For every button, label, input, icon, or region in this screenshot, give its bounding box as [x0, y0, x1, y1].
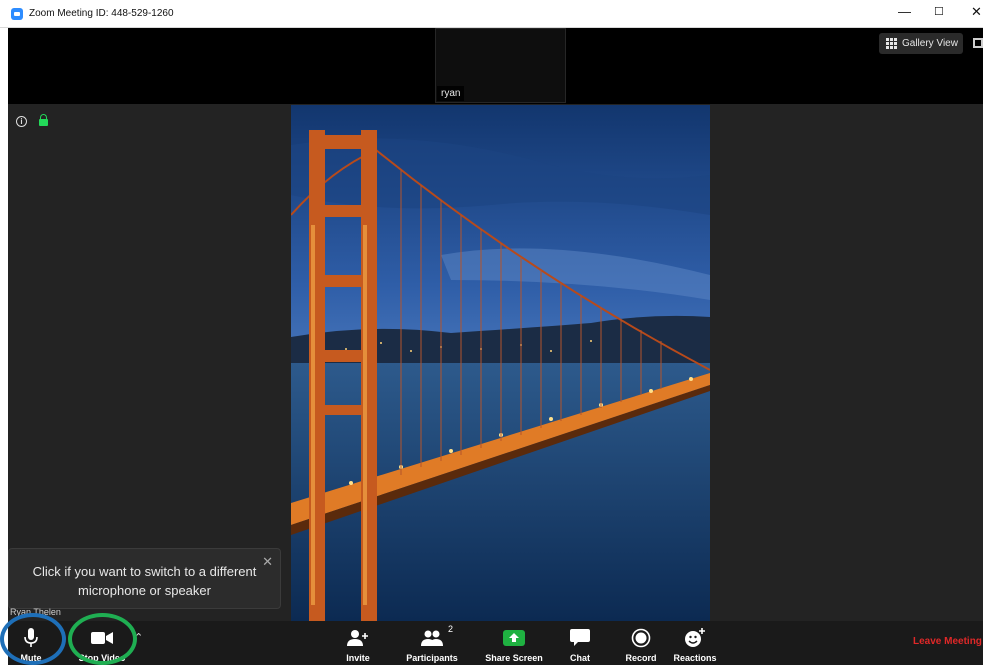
leave-meeting-button[interactable]: Leave Meeting — [913, 636, 982, 647]
chat-icon — [570, 627, 590, 649]
window-title: Zoom Meeting ID: 448-529-1260 — [29, 8, 174, 19]
video-camera-icon — [91, 627, 113, 649]
reactions-label: Reactions — [673, 653, 717, 663]
mute-button[interactable]: Mute — [16, 621, 46, 665]
microphone-icon — [24, 627, 38, 649]
reactions-icon — [684, 627, 706, 649]
meeting-toolbar: Mute Stop Video Invite 2 Participants Sh… — [8, 621, 983, 665]
zoom-app-icon — [11, 8, 23, 20]
notification-line-1: Click if you want to switch to a differe… — [32, 564, 257, 579]
share-screen-button[interactable]: Share Screen — [485, 621, 543, 665]
maximize-button[interactable]: ☐ — [934, 4, 944, 20]
stop-video-label: Stop Video — [78, 653, 126, 663]
self-name-label: Ryan Thelen — [10, 607, 61, 617]
chat-label: Chat — [570, 653, 590, 663]
share-screen-label: Share Screen — [485, 653, 543, 663]
title-bar: Zoom Meeting ID: 448-529-1260 — ☐ ✕ — [0, 0, 983, 28]
meeting-window: ryan Gallery View i Click if you want to… — [8, 28, 983, 665]
chat-button[interactable]: Chat — [569, 621, 591, 665]
record-label: Record — [625, 653, 657, 663]
gallery-view-label: Gallery View — [902, 38, 958, 49]
share-screen-icon — [503, 627, 525, 649]
active-speaker-video — [291, 105, 710, 621]
reactions-button[interactable]: Reactions — [673, 621, 717, 665]
info-icon[interactable]: i — [16, 116, 27, 127]
close-window-button[interactable]: ✕ — [971, 4, 982, 20]
audio-switch-notification[interactable]: Click if you want to switch to a differe… — [8, 548, 281, 609]
caret-icon[interactable]: ⌄ — [134, 630, 143, 643]
mute-label: Mute — [20, 653, 42, 663]
participants-icon: 2 — [421, 624, 453, 649]
lock-icon[interactable] — [39, 114, 48, 126]
minimize-button[interactable]: — — [898, 4, 911, 20]
record-icon — [631, 627, 651, 649]
record-button[interactable]: Record — [625, 621, 657, 665]
participants-label: Participants — [406, 653, 458, 663]
invite-button[interactable]: Invite — [344, 621, 372, 665]
participants-button[interactable]: 2 Participants — [406, 621, 458, 665]
stop-video-button[interactable]: Stop Video — [78, 621, 126, 665]
gallery-view-button[interactable]: Gallery View — [879, 33, 963, 54]
thumbnail-strip: ryan Gallery View — [8, 28, 983, 104]
bridge-image — [291, 105, 710, 621]
participants-count: 2 — [447, 624, 453, 634]
close-icon[interactable]: ✕ — [262, 552, 273, 571]
thumbnail-name: ryan — [437, 86, 465, 101]
add-person-icon — [347, 627, 369, 649]
notification-line-2: microphone or speaker — [78, 583, 211, 598]
grid-icon — [886, 38, 897, 49]
invite-label: Invite — [346, 653, 370, 663]
participant-thumbnail[interactable]: ryan — [435, 28, 566, 103]
fullscreen-icon[interactable] — [973, 38, 983, 48]
